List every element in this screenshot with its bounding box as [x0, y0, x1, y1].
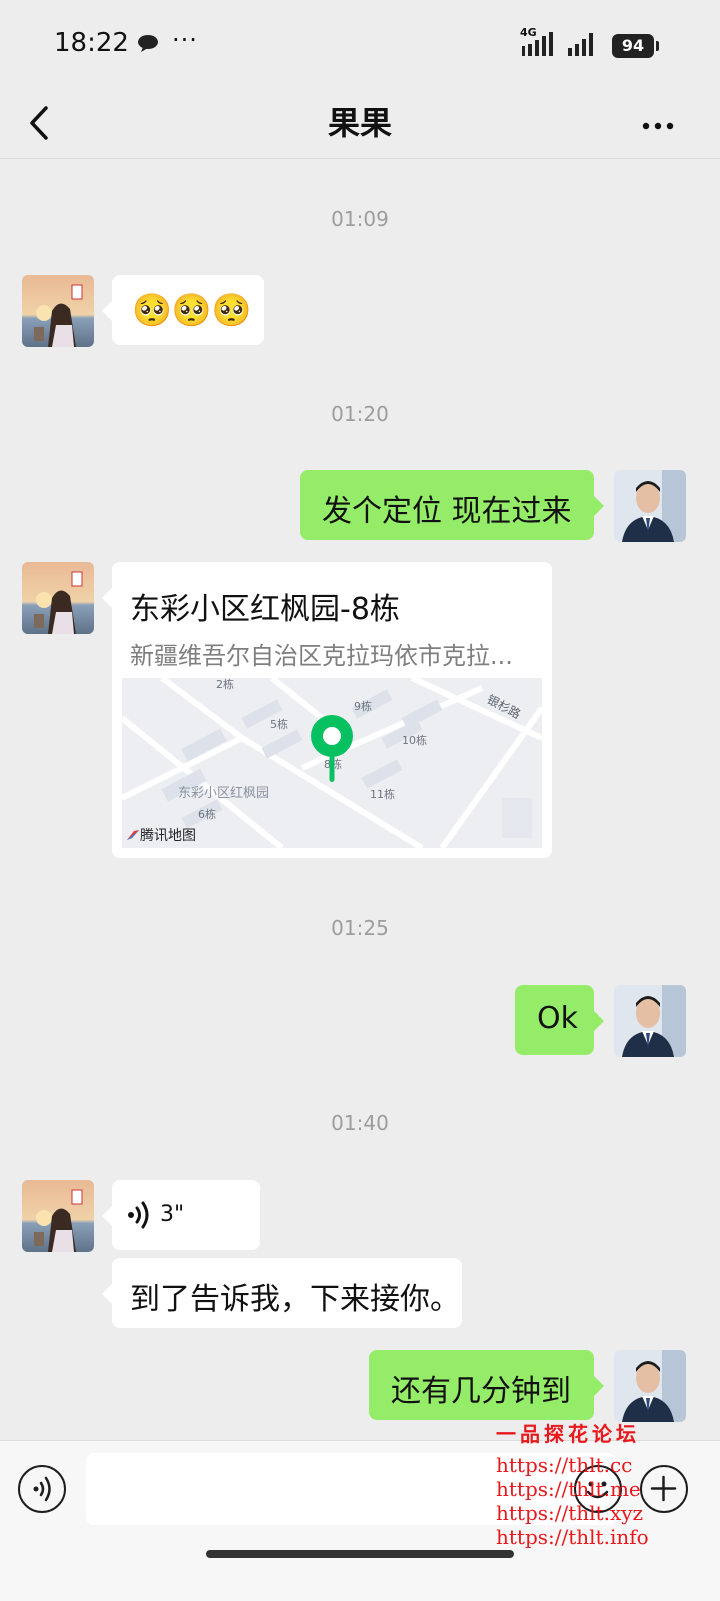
map-label: 5栋	[270, 718, 288, 731]
location-title: 东彩小区红枫园-8栋	[130, 592, 400, 627]
message-timestamp: 01:25	[331, 916, 389, 940]
message-bubble-outgoing[interactable]: 发个定位 现在过来	[300, 470, 604, 540]
battery-indicator: 94	[612, 34, 654, 58]
location-message-card[interactable]: 东彩小区红枫园-8栋 新疆维吾尔自治区克拉玛依市克拉... 2栋 5栋 9栋 1…	[102, 562, 552, 858]
chat-title: 果果	[327, 104, 392, 142]
forum-watermark: 一品探花论坛 https://thlt.cc https://thlt.me h…	[496, 1418, 720, 1549]
my-avatar[interactable]	[614, 1350, 686, 1422]
map-label: 2栋	[216, 678, 234, 691]
message-bubble-outgoing[interactable]: Ok	[515, 985, 604, 1055]
status-more-icon: ···	[172, 26, 198, 54]
message-text: Ok	[537, 1001, 578, 1036]
message-text: 到了告诉我，下来接你。	[130, 1282, 460, 1317]
map-label: 10栋	[402, 734, 427, 747]
map-pin-icon	[311, 715, 353, 782]
contact-avatar[interactable]	[22, 275, 94, 347]
contact-avatar[interactable]	[22, 562, 94, 634]
more-dots-icon	[642, 122, 674, 130]
more-options-button[interactable]	[640, 104, 680, 144]
tencent-map-logo-icon	[127, 830, 139, 840]
message-text: 还有几分钟到	[391, 1374, 571, 1409]
message-timestamp: 01:09	[331, 207, 389, 231]
watermark-url: https://thlt.cc	[496, 1453, 633, 1477]
voice-duration: 3"	[160, 1202, 185, 1227]
voice-input-icon	[33, 1476, 51, 1502]
message-timestamp: 01:20	[331, 402, 389, 426]
location-address: 新疆维吾尔自治区克拉玛依市克拉...	[130, 642, 513, 670]
chat-notification-icon	[138, 35, 158, 52]
watermark-url: https://thlt.me	[496, 1477, 641, 1501]
status-time: 18:22	[54, 28, 129, 58]
message-bubble-incoming[interactable]: 🥺🥺🥺	[102, 275, 264, 345]
pleading-face-emoji: 🥺	[211, 291, 252, 329]
signal-icon: 4G	[520, 26, 610, 58]
watermark-url: https://thlt.info	[496, 1525, 649, 1549]
battery-tip	[656, 41, 659, 51]
message-timestamp: 01:40	[331, 1111, 389, 1135]
location-map-preview[interactable]: 2栋 5栋 9栋 10栋 8栋 11栋 东彩小区红枫园 6栋 银杉路 腾讯地图	[122, 678, 542, 848]
voice-input-button[interactable]	[18, 1465, 66, 1513]
voice-message-bubble[interactable]: 3"	[102, 1180, 260, 1250]
pleading-face-emoji: 🥺	[171, 291, 212, 329]
voice-wave-icon	[128, 1201, 149, 1229]
status-bar: 18:22 ··· 4G 94	[0, 0, 720, 90]
pleading-face-emoji: 🥺	[132, 291, 172, 329]
my-avatar[interactable]	[614, 470, 686, 542]
map-label: 9栋	[354, 700, 372, 713]
map-brand-text: 腾讯地图	[140, 828, 196, 844]
my-avatar[interactable]	[614, 985, 686, 1057]
home-indicator[interactable]	[206, 1550, 514, 1558]
message-bubble-outgoing[interactable]: 还有几分钟到	[369, 1350, 604, 1420]
watermark-title: 一品探花论坛	[496, 1422, 640, 1446]
map-label: 6栋	[198, 808, 216, 821]
map-label: 11栋	[370, 788, 395, 801]
map-label: 东彩小区红枫园	[178, 786, 270, 801]
contact-avatar[interactable]	[22, 1180, 94, 1252]
message-text: 发个定位 现在过来	[322, 494, 572, 529]
map-brand-label: 腾讯地图	[126, 825, 196, 845]
message-bubble-incoming[interactable]: 到了告诉我，下来接你。	[102, 1258, 462, 1328]
chat-header: 果果	[0, 90, 720, 159]
watermark-url: https://thlt.xyz	[496, 1501, 644, 1525]
